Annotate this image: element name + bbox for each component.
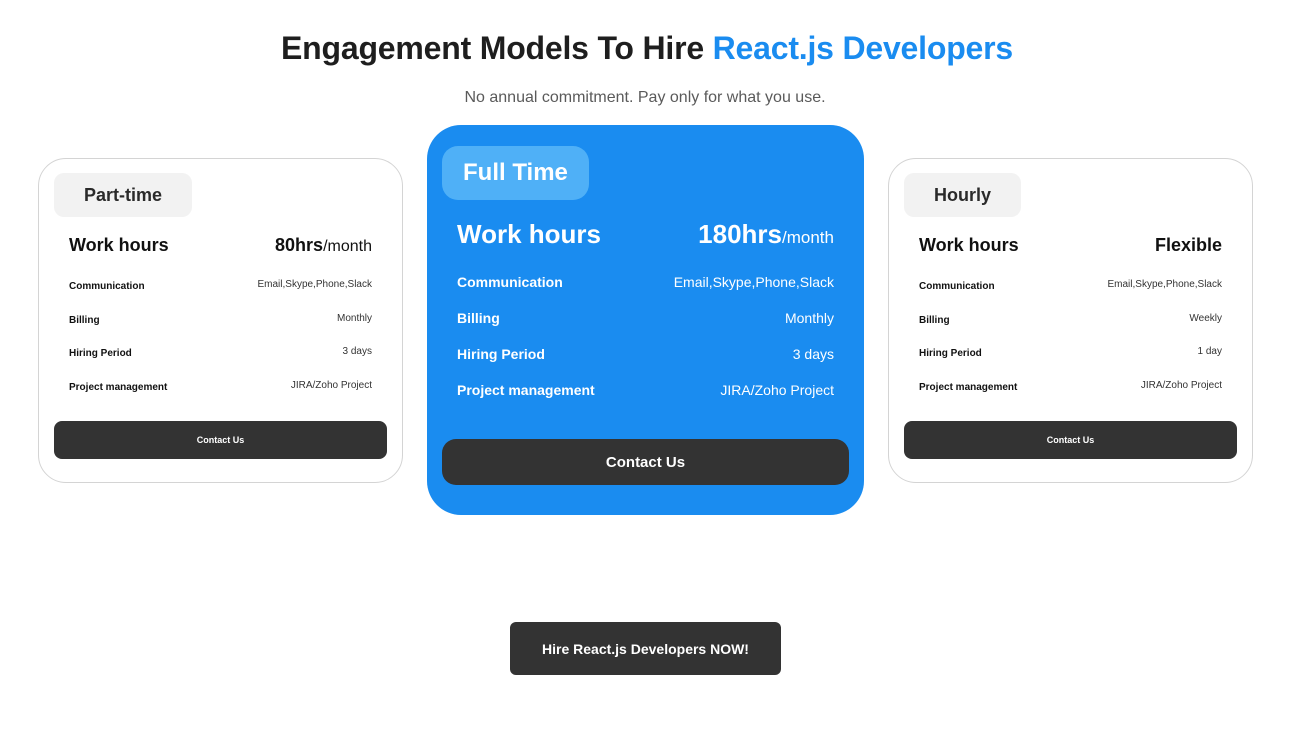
- work-hours-row: Work hours Flexible: [919, 235, 1222, 261]
- work-hours-row: Work hours 180hrs/month: [457, 219, 834, 253]
- detail-row-project-management: Project management JIRA/Zoho Project: [919, 380, 1222, 414]
- work-hours-amount: 180hrs: [698, 219, 783, 249]
- plan-card-full-time: Full Time Work hours 180hrs/month Commun…: [427, 125, 864, 515]
- detail-value: 1 day: [1197, 346, 1222, 358]
- work-hours-label: Work hours: [69, 235, 169, 255]
- detail-value: 3 days: [342, 346, 372, 358]
- work-hours-value: 180hrs/month: [698, 219, 834, 250]
- hire-developers-button[interactable]: Hire React.js Developers NOW!: [510, 622, 781, 675]
- detail-row-billing: Billing Monthly: [69, 313, 372, 347]
- plan-details: Communication Email,Skype,Phone,Slack Bi…: [919, 279, 1222, 414]
- work-hours-value: Flexible: [1155, 235, 1222, 256]
- detail-row-communication: Communication Email,Skype,Phone,Slack: [919, 279, 1222, 313]
- plan-details: Communication Email,Skype,Phone,Slack Bi…: [69, 279, 372, 414]
- title-accent: React.js Developers: [712, 30, 1014, 66]
- plan-details: Communication Email,Skype,Phone,Slack Bi…: [457, 274, 834, 418]
- detail-row-project-management: Project management JIRA/Zoho Project: [69, 380, 372, 414]
- work-hours-value: 80hrs/month: [275, 235, 372, 256]
- work-hours-amount: Flexible: [1154, 235, 1222, 255]
- detail-value: JIRA/Zoho Project: [290, 380, 372, 392]
- detail-value: JIRA/Zoho Project: [720, 382, 834, 398]
- detail-value: Email,Skype,Phone,Slack: [257, 279, 372, 290]
- detail-label: Project management: [69, 382, 168, 394]
- detail-label: Billing: [457, 310, 500, 326]
- detail-row-communication: Communication Email,Skype,Phone,Slack: [457, 274, 834, 310]
- page-title: Engagement Models To Hire React.js Devel…: [0, 30, 1294, 67]
- detail-row-project-management: Project management JIRA/Zoho Project: [457, 382, 834, 418]
- detail-value: Monthly: [336, 312, 372, 324]
- plan-card-part-time: Part-time Work hours 80hrs/month Communi…: [38, 158, 403, 483]
- work-hours-label: Work hours: [457, 219, 601, 249]
- detail-label: Hiring Period: [69, 348, 132, 360]
- detail-label: Hiring Period: [457, 346, 545, 362]
- detail-label: Project management: [919, 382, 1018, 394]
- detail-value: 3 days: [792, 346, 834, 362]
- plan-name-badge: Full Time: [442, 146, 589, 200]
- work-hours-unit: /month: [782, 228, 834, 247]
- detail-row-hiring-period: Hiring Period 1 day: [919, 346, 1222, 380]
- plan-name-badge: Part-time: [54, 173, 193, 217]
- work-hours-label: Work hours: [919, 235, 1019, 255]
- detail-label: Billing: [69, 314, 100, 326]
- detail-label: Communication: [457, 274, 563, 290]
- detail-row-communication: Communication Email,Skype,Phone,Slack: [69, 279, 372, 313]
- plan-card-hourly: Hourly Work hours Flexible Communication…: [888, 158, 1253, 483]
- detail-label: Billing: [919, 314, 950, 326]
- detail-label: Project management: [457, 382, 595, 398]
- detail-value: Monthly: [784, 310, 834, 326]
- detail-value: Email,Skype,Phone,Slack: [1107, 279, 1222, 290]
- detail-value: Weekly: [1189, 312, 1222, 324]
- work-hours-row: Work hours 80hrs/month: [69, 235, 372, 261]
- plan-name-badge: Hourly: [904, 173, 1022, 217]
- title-prefix: Engagement Models To Hire: [281, 30, 713, 66]
- detail-label: Communication: [69, 281, 145, 292]
- page-subtitle: No annual commitment. Pay only for what …: [464, 89, 826, 106]
- detail-row-billing: Billing Monthly: [457, 310, 834, 346]
- contact-us-button[interactable]: Contact Us: [442, 439, 849, 485]
- detail-label: Communication: [919, 281, 995, 292]
- detail-value: Email,Skype,Phone,Slack: [673, 274, 834, 290]
- detail-row-hiring-period: Hiring Period 3 days: [69, 346, 372, 380]
- work-hours-unit: /month: [323, 238, 372, 255]
- contact-us-button[interactable]: Contact Us: [904, 421, 1237, 459]
- contact-us-button[interactable]: Contact Us: [54, 421, 387, 459]
- work-hours-amount: 80hrs: [275, 235, 324, 255]
- detail-label: Hiring Period: [919, 348, 982, 360]
- detail-row-hiring-period: Hiring Period 3 days: [457, 346, 834, 382]
- detail-value: JIRA/Zoho Project: [1140, 380, 1222, 392]
- detail-row-billing: Billing Weekly: [919, 313, 1222, 347]
